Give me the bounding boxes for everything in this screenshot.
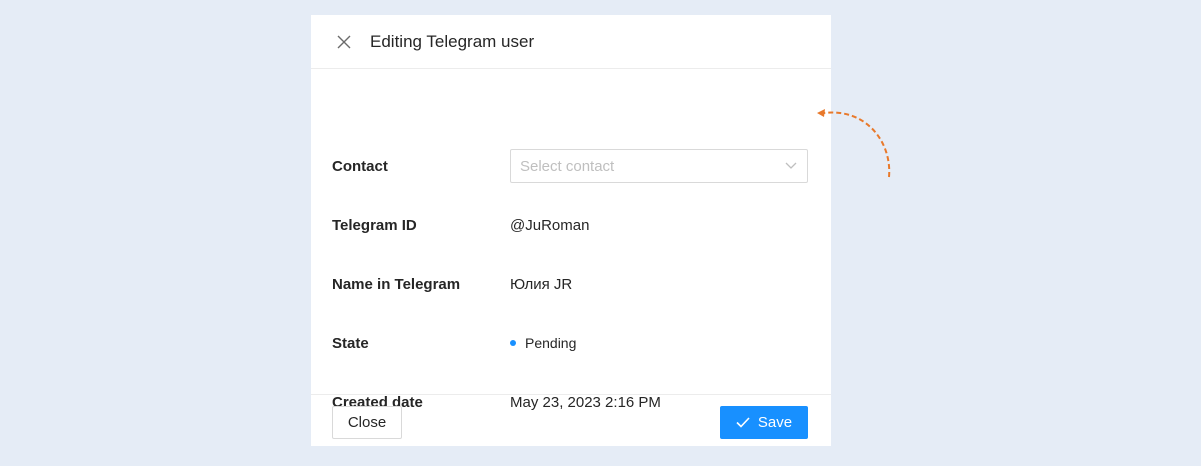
state-row: State Pending bbox=[332, 326, 808, 360]
telegram-id-label: Telegram ID bbox=[332, 216, 417, 234]
contact-row: Contact Select contact bbox=[332, 149, 808, 183]
telegram-id-value: @JuRoman bbox=[510, 216, 590, 234]
dialog-header: Editing Telegram user bbox=[311, 15, 831, 69]
contact-label: Contact bbox=[332, 157, 388, 175]
name-in-telegram-row: Name in Telegram Юлия JR bbox=[332, 267, 808, 301]
contact-select-placeholder: Select contact bbox=[520, 157, 615, 175]
dialog-footer: Close Save bbox=[311, 394, 831, 446]
name-in-telegram-value: Юлия JR bbox=[510, 275, 573, 293]
state-value: Pending bbox=[525, 335, 577, 351]
status-badge: Pending bbox=[510, 335, 576, 351]
status-dot bbox=[510, 340, 516, 346]
dialog-title: Editing Telegram user bbox=[370, 31, 535, 51]
save-button-label: Save bbox=[757, 414, 793, 431]
contact-select[interactable]: Select contact bbox=[510, 149, 808, 183]
state-label: State bbox=[332, 334, 369, 352]
edit-telegram-user-dialog: Editing Telegram user Contact Select con… bbox=[311, 15, 831, 446]
chevron-down-icon bbox=[785, 160, 797, 172]
telegram-id-row: Telegram ID @JuRoman bbox=[332, 208, 808, 242]
check-icon bbox=[736, 417, 750, 429]
annotation-arrow-icon bbox=[817, 109, 891, 178]
name-in-telegram-label: Name in Telegram bbox=[332, 275, 461, 293]
close-button[interactable]: Close bbox=[332, 406, 402, 439]
close-icon[interactable] bbox=[336, 34, 352, 50]
dialog-body: Contact Select contact Telegram ID @JuRo… bbox=[311, 69, 831, 411]
save-button[interactable]: Save bbox=[720, 406, 808, 439]
